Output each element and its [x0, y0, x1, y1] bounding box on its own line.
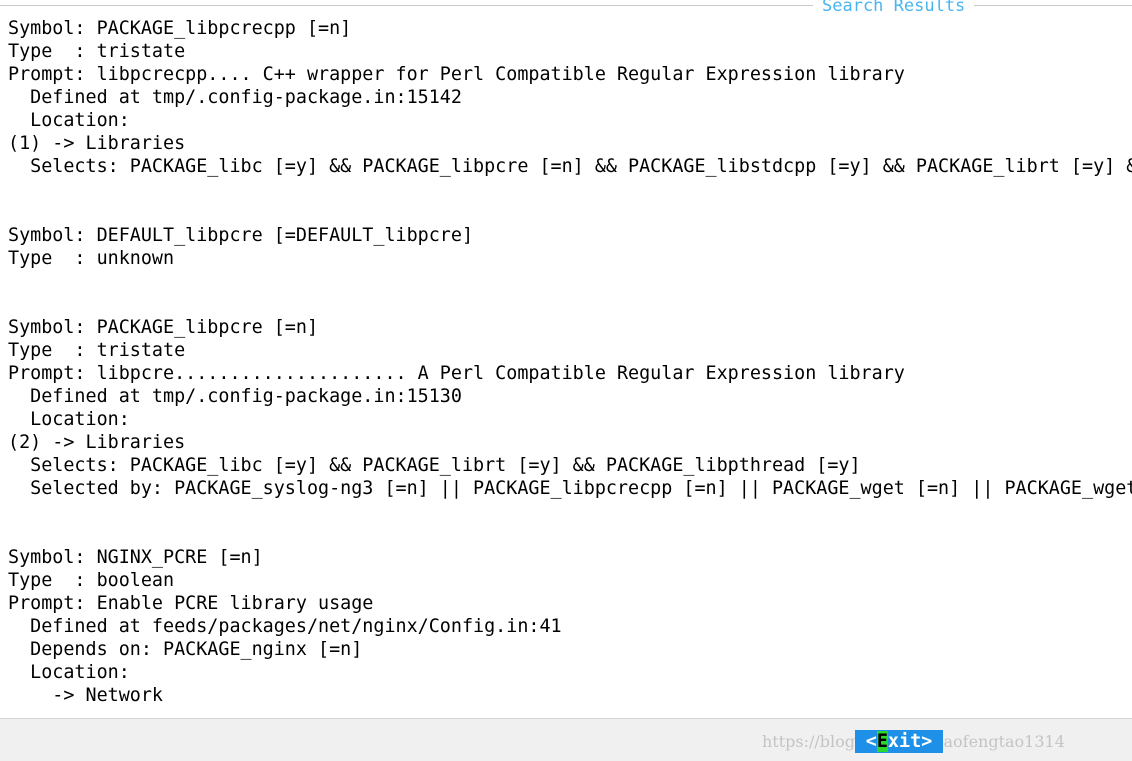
result-line: Symbol: PACKAGE_libpcrecpp [=n]: [8, 18, 352, 39]
result-line: -> Network: [8, 685, 164, 706]
result-line: Symbol: NGINX_PCRE [=n]: [8, 547, 263, 568]
result-line: Location:: [8, 409, 130, 430]
result-line: Type : unknown: [8, 248, 175, 269]
result-line: [8, 178, 1132, 201]
result-line: Location:: [8, 662, 130, 683]
result-line: Selected by: PACKAGE_syslog-ng3 [=n] || …: [8, 478, 1132, 499]
result-line: Type : tristate: [8, 41, 186, 62]
window-title-wrap: Search Results: [813, 0, 975, 16]
result-line: Location:: [8, 110, 130, 131]
result-line: [8, 201, 1132, 224]
exit-button-prefix: <: [865, 731, 877, 752]
window-title: Search Results: [822, 0, 966, 16]
result-line: Depends on: PACKAGE_nginx [=n]: [8, 639, 363, 660]
result-line: Prompt: libpcrecpp.... C++ wrapper for P…: [8, 64, 905, 85]
result-line: [8, 293, 1132, 316]
exit-button-suffix: >: [921, 731, 933, 752]
result-line: Defined at tmp/.config-package.in:15142: [8, 87, 462, 108]
result-line: Selects: PACKAGE_libc [=y] && PACKAGE_li…: [8, 455, 861, 476]
result-line: [8, 500, 1132, 523]
exit-button[interactable]: <Exit>: [855, 730, 943, 753]
result-line: (2) -> Libraries: [8, 432, 186, 453]
result-line: Symbol: PACKAGE_libpcre [=n]: [8, 317, 319, 338]
result-line: Defined at tmp/.config-package.in:15130: [8, 386, 462, 407]
exit-button-label: xit: [887, 731, 922, 752]
result-line: (1) -> Libraries: [8, 133, 186, 154]
result-line: Type : tristate: [8, 340, 186, 361]
result-line: Defined at feeds/packages/net/nginx/Conf…: [8, 616, 562, 637]
result-line: [8, 270, 1132, 293]
bottom-bar: https://blog.csdn.net/caofengtao1314 <Ex…: [0, 718, 1132, 761]
result-line: [8, 523, 1132, 546]
result-line: Selects: PACKAGE_libc [=y] && PACKAGE_li…: [8, 156, 1132, 177]
exit-button-hotkey: E: [876, 731, 888, 752]
result-line: Prompt: libpcre..................... A P…: [8, 363, 905, 384]
search-results-text[interactable]: Symbol: PACKAGE_libpcrecpp [=n] Type : tr…: [8, 17, 1132, 717]
result-line: Symbol: DEFAULT_libpcre [=DEFAULT_libpcr…: [8, 225, 474, 246]
result-line: Prompt: Enable PCRE library usage: [8, 593, 374, 614]
result-line: Type : boolean: [8, 570, 175, 591]
